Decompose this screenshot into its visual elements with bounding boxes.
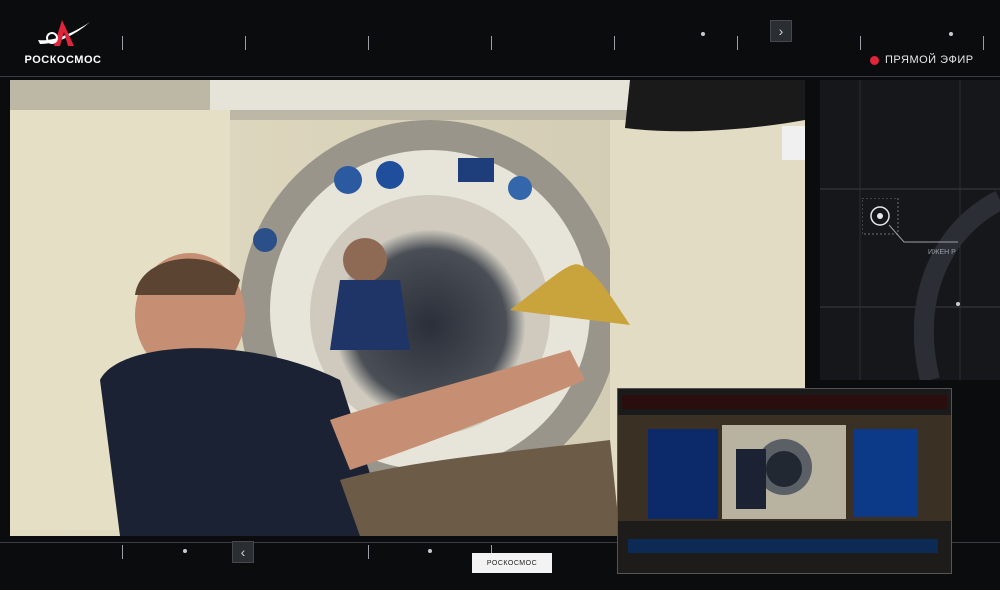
reticle-label: ИЖЕН Р — [928, 249, 956, 256]
grid-tick — [983, 36, 984, 50]
brand-name: РОСКОСМОС — [24, 54, 102, 66]
grid-dot — [949, 32, 953, 36]
grid-dot — [428, 549, 432, 553]
prev-button[interactable]: ‹ — [232, 541, 254, 563]
live-indicator: ПРЯМОЙ ЭФИР — [870, 54, 974, 66]
roscosmos-logo-icon — [38, 20, 90, 46]
grid-tick — [245, 36, 246, 50]
grid-tick — [860, 36, 861, 50]
grid-dot — [183, 549, 187, 553]
grid-tick — [122, 545, 123, 559]
broadcast-frame: РОСКОСМОС › ‹ ПРЯМОЙ ЭФИР ИЖЕН Р РОСКОСМ… — [0, 0, 1000, 590]
live-label: ПРЯМОЙ ЭФИР — [885, 54, 974, 66]
roscosmos-logo[interactable]: РОСКОСМОС — [18, 16, 108, 71]
mission-control-pip[interactable] — [617, 388, 952, 574]
top-grid-line — [0, 76, 1000, 77]
grid-tick — [368, 36, 369, 50]
grid-tick — [614, 36, 615, 50]
grid-tick — [368, 545, 369, 559]
grid-tick — [491, 36, 492, 50]
grid-tick — [737, 36, 738, 50]
mission-control-image — [618, 389, 951, 573]
footer-brand-label[interactable]: РОСКОСМОС — [472, 553, 552, 573]
next-button[interactable]: › — [770, 20, 792, 42]
chevron-left-icon: ‹ — [240, 544, 246, 560]
grid-tick — [122, 36, 123, 50]
chevron-right-icon: › — [778, 23, 784, 39]
live-dot-icon — [870, 55, 879, 65]
grid-dot — [701, 32, 705, 36]
